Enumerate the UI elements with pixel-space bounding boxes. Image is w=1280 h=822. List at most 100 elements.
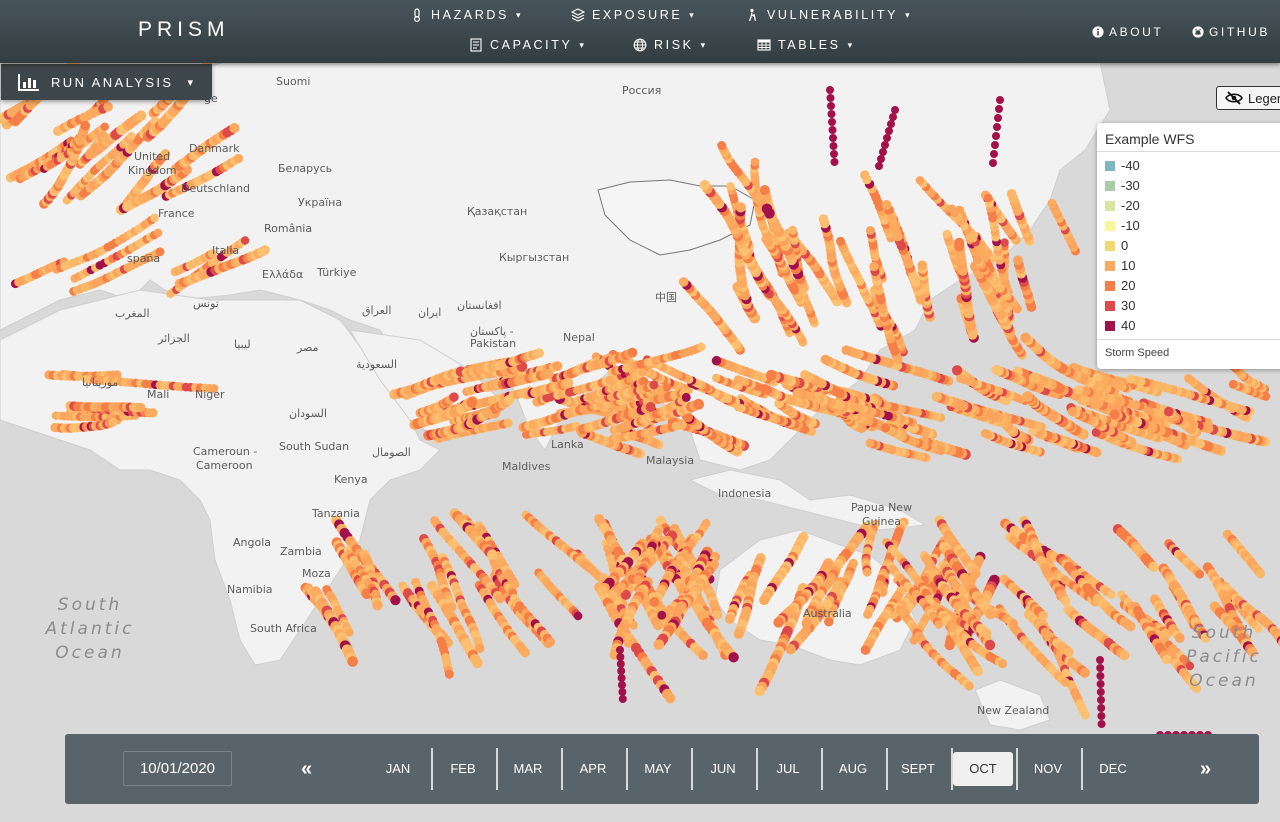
storm-point bbox=[931, 391, 942, 402]
storm-point bbox=[942, 229, 952, 239]
storm-point bbox=[1184, 373, 1193, 383]
storm-point bbox=[444, 669, 454, 679]
storm-point bbox=[545, 637, 556, 647]
storm-point bbox=[1126, 374, 1136, 384]
storm-point bbox=[1074, 385, 1084, 395]
storm-point bbox=[698, 650, 708, 661]
storm-point bbox=[915, 176, 925, 185]
storm-point bbox=[543, 368, 554, 379]
storm-point bbox=[699, 179, 710, 191]
storm-point bbox=[552, 361, 563, 372]
storm-point bbox=[761, 203, 773, 214]
storm-point bbox=[657, 610, 667, 620]
storm-point bbox=[1006, 189, 1017, 199]
storm-point bbox=[865, 438, 875, 448]
storm-point bbox=[487, 549, 498, 560]
storm-point bbox=[841, 345, 852, 356]
storm-point bbox=[672, 605, 684, 616]
storm-point bbox=[673, 559, 683, 569]
storm-point bbox=[728, 652, 739, 663]
storm-point bbox=[947, 204, 956, 213]
storm-point bbox=[862, 567, 872, 577]
map-svg[interactable] bbox=[0, 0, 1280, 822]
storm-point bbox=[761, 234, 771, 244]
storm-point bbox=[597, 585, 608, 596]
storm-point bbox=[627, 347, 638, 358]
storm-point bbox=[725, 614, 735, 624]
storm-point bbox=[849, 402, 859, 411]
storm-point bbox=[1228, 379, 1238, 389]
storm-point bbox=[665, 693, 676, 704]
storm-point bbox=[1109, 409, 1120, 420]
storm-point bbox=[711, 355, 722, 366]
storm-point bbox=[836, 236, 846, 246]
storm-point bbox=[954, 237, 965, 249]
storm-point bbox=[917, 260, 928, 271]
storm-point bbox=[733, 402, 743, 412]
storm-point bbox=[390, 595, 401, 606]
storm-point bbox=[887, 213, 897, 223]
storm-point bbox=[449, 392, 459, 402]
storm-point bbox=[587, 565, 597, 575]
storm-point bbox=[563, 377, 574, 389]
storm-point bbox=[681, 392, 691, 402]
storm-point bbox=[495, 593, 505, 604]
storm-point bbox=[671, 421, 681, 431]
storm-point bbox=[534, 348, 544, 358]
storm-point bbox=[573, 611, 583, 621]
storm-point bbox=[1000, 238, 1009, 247]
storm-point bbox=[866, 226, 875, 235]
storm-point bbox=[1092, 372, 1102, 382]
storm-point bbox=[881, 200, 892, 210]
storm-point bbox=[972, 255, 982, 265]
storm-point bbox=[818, 214, 829, 224]
storm-point bbox=[1106, 590, 1116, 600]
storm-point bbox=[472, 657, 483, 669]
storm-point bbox=[653, 639, 665, 650]
storm-point bbox=[733, 628, 744, 640]
storm-point bbox=[983, 193, 993, 203]
storm-point bbox=[510, 579, 520, 590]
storm-point bbox=[371, 589, 380, 599]
storm-point bbox=[726, 182, 735, 191]
storm-point bbox=[754, 685, 766, 697]
storm-point bbox=[697, 342, 706, 352]
storm-point bbox=[1119, 650, 1130, 661]
storm-point bbox=[1022, 391, 1034, 402]
storm-point bbox=[759, 383, 770, 394]
storm-point bbox=[980, 428, 990, 438]
storm-point bbox=[951, 365, 963, 376]
storm-point bbox=[785, 643, 796, 655]
storm-point bbox=[1195, 569, 1205, 579]
storm-point bbox=[1060, 677, 1070, 687]
storm-point bbox=[649, 380, 659, 390]
storm-point bbox=[347, 656, 359, 667]
storm-point bbox=[1038, 610, 1048, 621]
storm-point bbox=[800, 370, 810, 380]
storm-point bbox=[956, 374, 965, 384]
storm-point bbox=[1079, 667, 1091, 678]
storm-point bbox=[504, 394, 515, 405]
storm-point bbox=[1080, 710, 1090, 720]
map-canvas[interactable]: Россия Suomi ge Danmark United Kingdom Б… bbox=[0, 0, 1280, 822]
storm-point bbox=[970, 568, 981, 579]
storm-point bbox=[1020, 332, 1031, 344]
storm-point bbox=[984, 639, 996, 651]
storm-point bbox=[693, 398, 704, 410]
storm-point bbox=[717, 141, 727, 150]
storm-point bbox=[1067, 406, 1078, 417]
storm-point bbox=[944, 640, 955, 651]
storm-point bbox=[481, 407, 493, 419]
storm-point bbox=[820, 354, 831, 365]
storm-point bbox=[773, 617, 784, 628]
storm-point bbox=[638, 367, 647, 377]
storm-point bbox=[520, 647, 530, 658]
storm-point bbox=[1047, 198, 1057, 208]
storm-point bbox=[991, 364, 1002, 375]
storm-point bbox=[1064, 647, 1074, 657]
storm-point bbox=[788, 225, 798, 235]
storm-point bbox=[860, 170, 870, 180]
storm-point bbox=[1255, 569, 1266, 579]
storm-point bbox=[750, 157, 760, 167]
storm-point bbox=[678, 277, 689, 287]
